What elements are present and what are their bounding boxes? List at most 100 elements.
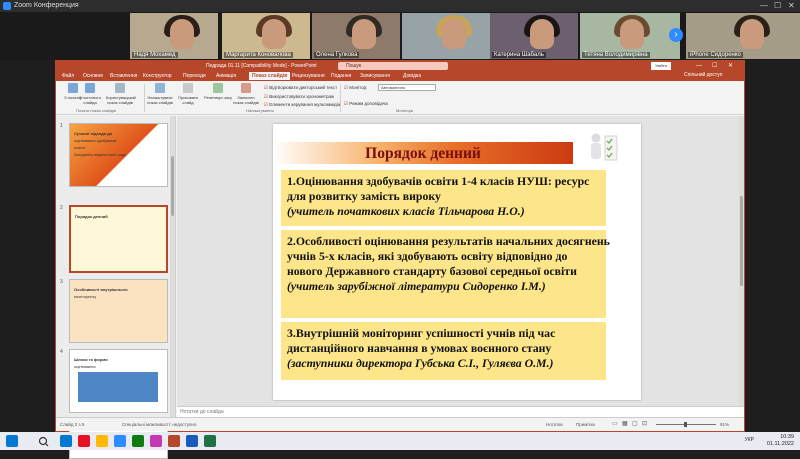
minimize-icon[interactable]: — bbox=[760, 0, 768, 12]
thumbnail-text: Засідання педагогічної ради bbox=[74, 152, 127, 157]
ribbon-button-5[interactable]: Приховати слайд bbox=[174, 83, 202, 109]
ribbon-button-2[interactable]: З поточного слайда bbox=[76, 83, 104, 109]
thumbnail-text: моніторингу bbox=[74, 294, 97, 299]
ribbon-checkbox-1[interactable]: Відтворювати дикторський текст bbox=[264, 85, 337, 91]
tab-2[interactable]: Основне bbox=[83, 72, 103, 80]
agenda-item-1-text: 1.Оцінювання здобувачів освіти 1-4 класі… bbox=[287, 174, 589, 188]
participant-face bbox=[442, 19, 466, 49]
slide-thumbnail-4[interactable]: Шляхи та форми оцінювання bbox=[69, 349, 168, 413]
sign-in-button[interactable]: Увійти bbox=[651, 62, 671, 70]
ribbon-button-label: Репетиція часу bbox=[204, 95, 232, 100]
slide-editor: Порядок денний 1.Оцінювання здобувачів о… bbox=[177, 116, 744, 406]
share-button[interactable]: Спільний доступ bbox=[684, 72, 722, 78]
participant-tile[interactable]: Надя Мохамед bbox=[130, 13, 218, 59]
tab-4[interactable]: Конструктор bbox=[143, 72, 172, 80]
taskbar-search-icon[interactable] bbox=[36, 435, 52, 447]
participant-tile[interactable]: Маргарита Коновалова bbox=[222, 13, 310, 59]
taskbar-app-icon[interactable] bbox=[96, 435, 108, 447]
notes-button[interactable]: Нотатки bbox=[546, 418, 563, 431]
ribbon-button-icon bbox=[155, 83, 165, 93]
participant-face bbox=[620, 19, 644, 49]
participant-tile[interactable]: Тетяна Володимирівна bbox=[580, 13, 680, 59]
ribbon-checkbox-2[interactable]: Використовувати хронометраж bbox=[264, 94, 334, 100]
editor-scrollbar[interactable] bbox=[739, 116, 744, 406]
ribbon-checkbox-5[interactable]: Режим доповідача bbox=[344, 101, 387, 107]
ppt-status-bar: Слайд 2 з 5 Спеціальні можливості: недос… bbox=[56, 417, 744, 431]
ribbon-button-6[interactable]: Репетиція часу bbox=[204, 83, 232, 109]
tab-11[interactable]: Довідка bbox=[403, 72, 421, 80]
slide-thumbnail-3[interactable]: Особливості внутрішнього моніторингу bbox=[69, 279, 168, 343]
comments-button[interactable]: Примітки bbox=[576, 418, 595, 431]
close-icon[interactable]: ✕ bbox=[788, 0, 795, 12]
ribbon-button-label: З поточного слайда bbox=[79, 95, 101, 105]
participant-tile[interactable]: Катерина Шабаль bbox=[490, 13, 578, 59]
taskbar-app-icon[interactable] bbox=[114, 435, 126, 447]
view-normal-icon[interactable]: ▭ bbox=[612, 418, 618, 431]
taskbar-app-icon[interactable] bbox=[186, 435, 198, 447]
ribbon-button-7[interactable]: Записати показ слайдів bbox=[232, 83, 260, 109]
taskbar-app-icon[interactable] bbox=[60, 435, 72, 447]
ribbon-button-3[interactable]: Користувацький показ слайдів bbox=[106, 83, 136, 109]
ribbon-checkbox-3[interactable]: Елементи керування мультимедіа bbox=[264, 102, 340, 108]
ppt-close-icon[interactable]: ✕ bbox=[728, 61, 733, 71]
tab-1[interactable]: Файл bbox=[62, 72, 74, 80]
thumbnail-scrollbar[interactable] bbox=[170, 116, 175, 417]
tab-3[interactable]: Вставлення bbox=[110, 72, 137, 80]
powerpoint-window: Педрада 01.11 [Compatibility Mode] - Pow… bbox=[55, 60, 745, 459]
agenda-item-1-text: для розвитку замість вироку bbox=[287, 189, 441, 203]
view-reading-icon[interactable]: ▢ bbox=[632, 418, 638, 431]
taskbar-app-icon[interactable] bbox=[78, 435, 90, 447]
slide-canvas: Порядок денний 1.Оцінювання здобувачів о… bbox=[273, 133, 618, 380]
participant-name: Надя Мохамед bbox=[132, 52, 178, 58]
zoom-title-bar: Zoom Конференция — ☐ ✕ bbox=[0, 0, 800, 12]
thumbnail-text: оцінювання здобувачів bbox=[74, 138, 117, 143]
ribbon-checkbox-4[interactable]: Монітор: bbox=[344, 85, 367, 91]
zoom-slider-handle[interactable] bbox=[684, 422, 687, 427]
slide-thumbnail-2[interactable]: Порядок денний bbox=[69, 205, 168, 273]
start-icon[interactable] bbox=[6, 435, 18, 447]
current-slide[interactable]: Порядок денний 1.Оцінювання здобувачів о… bbox=[273, 124, 641, 400]
monitor-select[interactable]: Автоматично bbox=[378, 84, 436, 91]
next-page-button[interactable]: › bbox=[669, 28, 683, 42]
accessibility-status[interactable]: Спеціальні можливості: недоступно bbox=[122, 418, 196, 431]
thumbnail-number: 3 bbox=[60, 279, 63, 285]
view-sorter-icon[interactable]: ▦ bbox=[622, 418, 628, 431]
ppt-minimize-icon[interactable]: — bbox=[696, 61, 702, 71]
participant-name: iPhone Сидоренко bbox=[688, 52, 743, 58]
ribbon-button-icon bbox=[115, 83, 125, 93]
taskbar-app-icon[interactable] bbox=[168, 435, 180, 447]
tab-7[interactable]: Показ слайдів bbox=[249, 72, 291, 80]
tab-5[interactable]: Переходи bbox=[183, 72, 206, 80]
taskbar-clock[interactable]: 10:39 01.11.2022 bbox=[767, 434, 794, 448]
zoom-level[interactable]: 91% bbox=[720, 418, 729, 431]
thumbnail-text: освіти bbox=[74, 145, 86, 150]
maximize-icon[interactable]: ☐ bbox=[774, 0, 781, 12]
participant-face bbox=[170, 19, 194, 49]
clock-time: 10:39 bbox=[780, 434, 794, 440]
ribbon-button-4[interactable]: Налаштувати показ слайдів bbox=[146, 83, 174, 109]
ribbon-group-label: Налаштування bbox=[246, 108, 274, 113]
zoom-app-icon bbox=[3, 2, 11, 10]
slide-thumbnail-1[interactable]: Сучасні підходи до оцінювання здобувачів о… bbox=[69, 123, 168, 187]
participant-tile[interactable]: iPhone Сидоренко bbox=[686, 13, 800, 59]
thumbnail-number: 4 bbox=[60, 349, 63, 355]
thumbnail-text: Особливості внутрішнього bbox=[74, 287, 128, 292]
keyboard-language[interactable]: УКР bbox=[745, 437, 754, 443]
participant-tile[interactable]: Олена Гулкова bbox=[312, 13, 400, 59]
taskbar-app-icon[interactable] bbox=[132, 435, 144, 447]
tab-10[interactable]: Записування bbox=[360, 72, 390, 80]
taskbar-app-icon[interactable] bbox=[150, 435, 162, 447]
thumbnail-text: Сучасні підходи до bbox=[74, 131, 113, 136]
notes-pane[interactable]: Нотатки до слайда bbox=[177, 406, 744, 417]
tab-8[interactable]: Рецензування bbox=[292, 72, 325, 80]
tab-6[interactable]: Анімація bbox=[216, 72, 236, 80]
slide-title: Порядок денний bbox=[365, 145, 481, 162]
tab-9[interactable]: Подання bbox=[331, 72, 351, 80]
view-slideshow-icon[interactable]: ⊡ bbox=[642, 418, 647, 431]
taskbar-app-icon[interactable] bbox=[204, 435, 216, 447]
slide-counter: Слайд 2 з 5 bbox=[60, 422, 85, 427]
agenda-item-2-text: нового Державного стандарту базової сере… bbox=[287, 264, 577, 278]
ppt-search-input[interactable]: Пошук bbox=[338, 62, 448, 70]
ppt-maximize-icon[interactable]: ☐ bbox=[712, 61, 717, 71]
participant-tile[interactable] bbox=[402, 13, 490, 59]
